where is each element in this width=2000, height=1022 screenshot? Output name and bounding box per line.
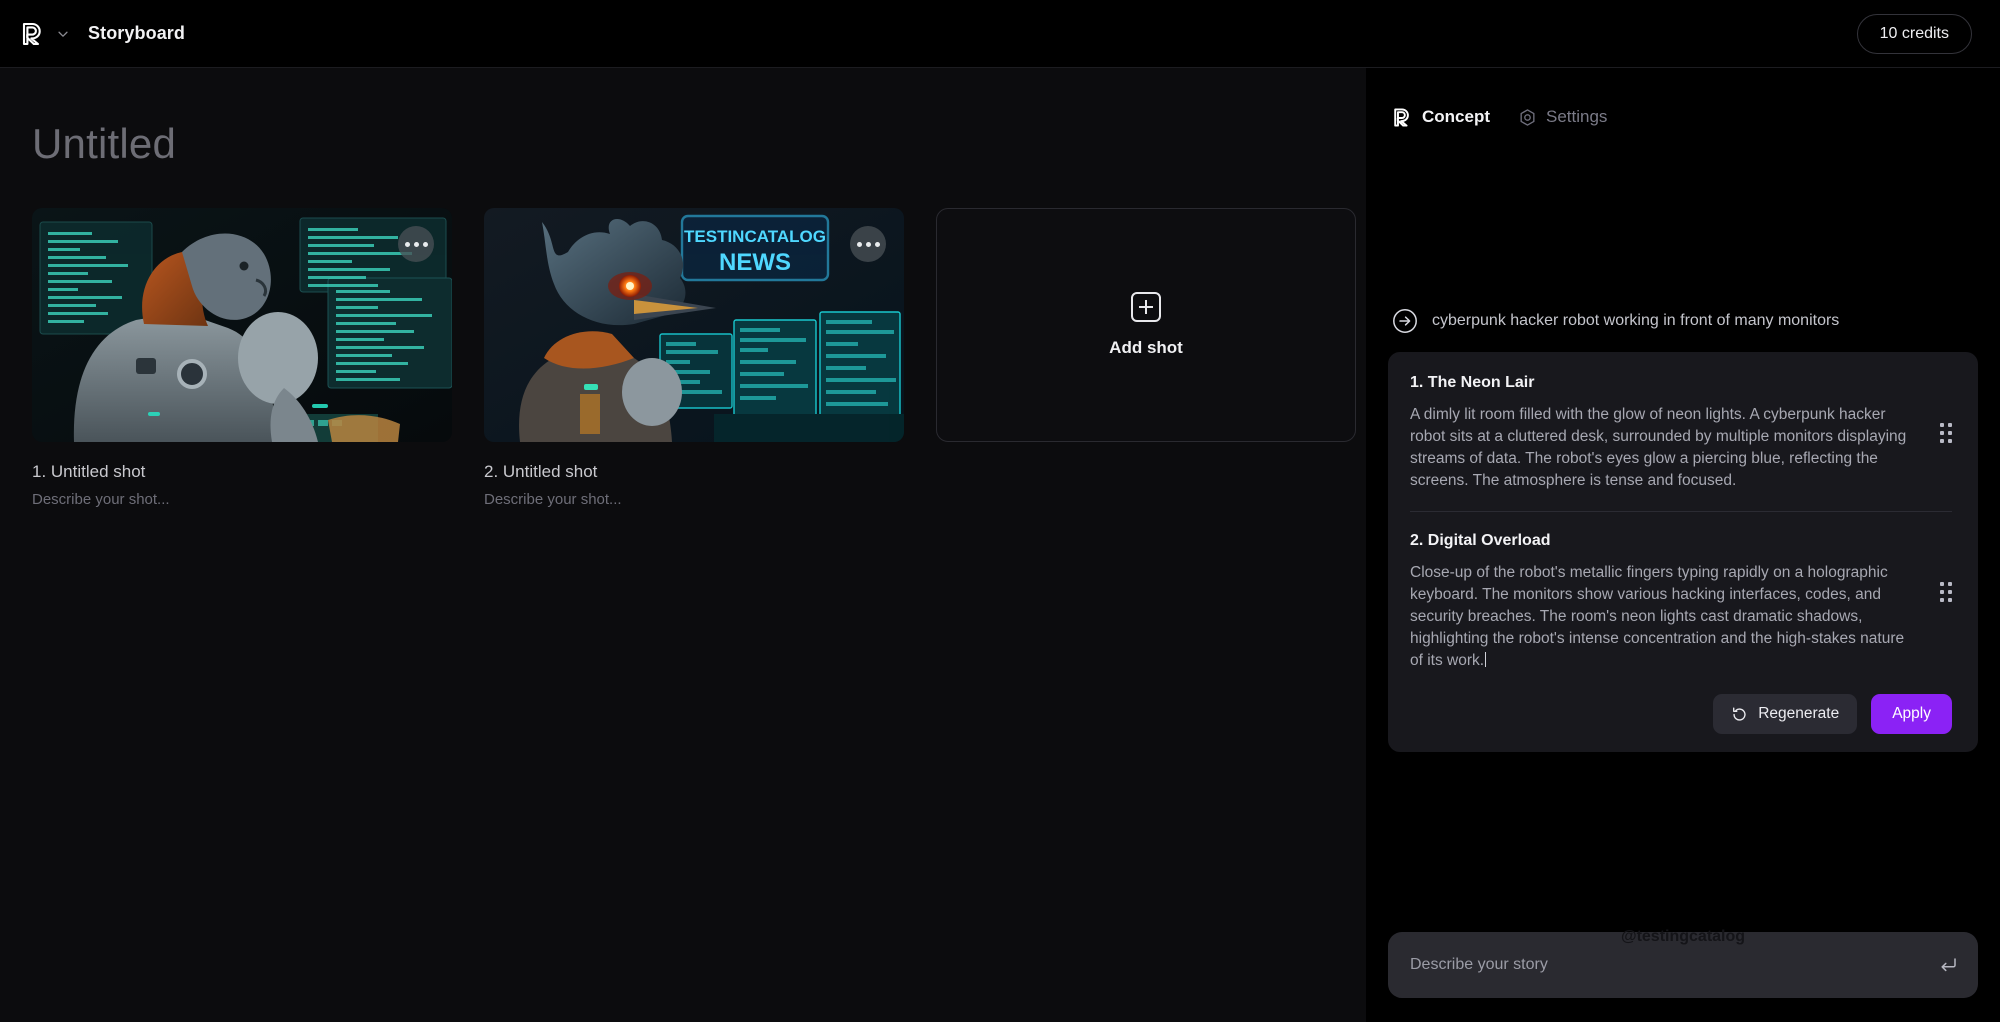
gear-hex-icon (1520, 108, 1535, 126)
panel-spacer (1388, 752, 1978, 932)
panel-tabs: Concept Settings (1388, 94, 1978, 140)
more-options-icon (404, 241, 410, 247)
scene-body[interactable]: A dimly lit room filled with the glow of… (1410, 404, 1918, 493)
shot-1-image (32, 208, 452, 442)
text-cursor (1485, 652, 1487, 668)
shot-thumbnail[interactable] (32, 208, 452, 442)
scene-body[interactable]: Close-up of the robot's metallic fingers… (1410, 562, 1918, 673)
prompt-row[interactable]: cyberpunk hacker robot working in front … (1388, 308, 1978, 334)
regenerate-button[interactable]: Regenerate (1713, 694, 1858, 735)
scene-card: 1. The Neon Lair A dimly lit room filled… (1388, 352, 1978, 753)
top-bar: Storyboard 10 credits (0, 0, 2000, 68)
workspace: Untitled 1. Untitled shot Describe your … (0, 68, 2000, 1022)
concept-panel: Concept Settings cyberpunk hacker robot … (1366, 68, 2000, 1022)
more-options-icon (874, 241, 880, 247)
add-shot-button[interactable]: Add shot (936, 208, 1356, 442)
apply-button[interactable]: Apply (1871, 694, 1952, 735)
shot-description[interactable]: Describe your shot... (484, 491, 904, 508)
enter-return-icon[interactable] (1938, 955, 1958, 975)
more-options-icon (856, 241, 862, 247)
scene-card-actions: Regenerate Apply (1410, 694, 1952, 735)
refresh-ccw-icon (1733, 707, 1746, 721)
app-logo-icon (22, 22, 41, 45)
tab-concept-label: Concept (1422, 107, 1490, 126)
shot-list: 1. Untitled shot Describe your shot... T… (32, 208, 1366, 508)
arrow-right-circle-icon (1393, 309, 1417, 333)
more-options-icon (865, 241, 871, 247)
shot-menu-button[interactable] (850, 226, 886, 262)
scene-block[interactable]: 2. Digital Overload Close-up of the robo… (1410, 510, 1952, 673)
page-title[interactable]: Untitled (32, 120, 1366, 168)
shot-2-image: TESTINCATALOG NEWS (484, 208, 904, 442)
shot-menu-button[interactable] (398, 226, 434, 262)
tab-concept[interactable]: Concept (1392, 107, 1490, 128)
app-title: Storyboard (88, 23, 186, 43)
drag-handle-icon[interactable] (1940, 423, 1952, 444)
scene-title: 2. Digital Overload (1410, 531, 1551, 549)
add-shot-label: Add shot (1109, 338, 1183, 357)
scene-block[interactable]: 1. The Neon Lair A dimly lit room filled… (1410, 374, 1952, 493)
composer-area: @testingcatalog (1388, 928, 1978, 1022)
neon-sign-line-1: TESTINCATALOG (684, 227, 826, 246)
shot-title[interactable]: 2. Untitled shot (484, 462, 904, 482)
shot-description[interactable]: Describe your shot... (32, 491, 452, 508)
storyboard-canvas: Untitled 1. Untitled shot Describe your … (0, 68, 1366, 1022)
tab-settings[interactable]: Settings (1518, 107, 1607, 127)
scene-title: 1. The Neon Lair (1410, 374, 1535, 391)
plus-square-icon (1131, 292, 1161, 322)
brand-menu[interactable] (20, 21, 70, 47)
shot-thumbnail[interactable]: TESTINCATALOG NEWS (484, 208, 904, 442)
story-composer[interactable] (1388, 932, 1978, 998)
story-input[interactable] (1410, 956, 1938, 974)
app-logo-icon (1394, 107, 1409, 127)
more-options-icon (422, 241, 428, 247)
shot-card[interactable]: 1. Untitled shot Describe your shot... (32, 208, 452, 508)
regenerate-label: Regenerate (1758, 705, 1840, 723)
credits-badge[interactable]: 10 credits (1856, 13, 1972, 54)
tab-settings-label: Settings (1546, 107, 1608, 126)
storyboard-app: Storyboard 10 credits Untitled 1. Untitl… (0, 0, 2000, 1022)
chevron-down-icon (58, 31, 68, 37)
more-options-icon (413, 241, 419, 247)
shot-title[interactable]: 1. Untitled shot (32, 462, 452, 482)
neon-sign-line-2: NEWS (719, 249, 791, 276)
drag-handle-icon[interactable] (1940, 582, 1952, 603)
shot-card[interactable]: TESTINCATALOG NEWS 2. Untitled shot Desc… (484, 208, 904, 508)
prompt-text: cyberpunk hacker robot working in front … (1432, 312, 1840, 329)
